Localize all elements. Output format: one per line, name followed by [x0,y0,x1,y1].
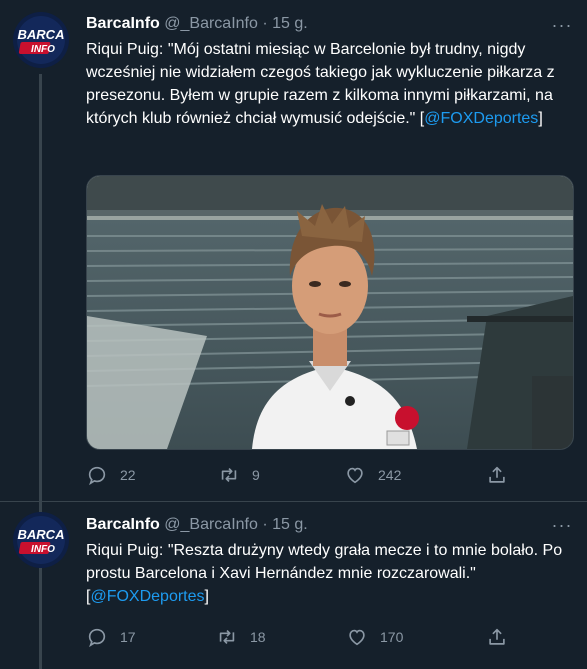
like-button[interactable]: 242 [344,463,401,487]
share-button[interactable] [486,463,508,487]
share-icon [489,628,505,645]
retweet-icon [219,629,235,645]
tweet[interactable]: BARCA INFO BarcaInfo @_BarcaInfo · 15 g.… [0,0,587,500]
like-icon [349,629,365,646]
tweet-actions: 17 18 170 [86,625,576,649]
avatar[interactable]: BARCA INFO [13,12,69,68]
reply-button[interactable]: 17 [86,625,136,649]
retweet-icon [221,467,237,483]
reply-button[interactable]: 22 [86,463,136,487]
separator-dot: · [262,516,268,533]
tweet-time[interactable]: 15 g. [272,516,308,533]
more-icon[interactable]: ··· [548,516,576,540]
svg-text:BARCA: BARCA [18,527,65,542]
reply-icon [88,466,106,486]
retweet-button[interactable]: 9 [218,463,260,487]
author-name[interactable]: BarcaInfo [86,516,160,533]
tweet-text-end: ] [538,110,543,127]
tweet-text-end: ] [204,588,209,605]
reply-count: 17 [120,629,136,645]
tweet-header: BarcaInfo @_BarcaInfo · 15 g. [86,514,308,536]
video-thumbnail[interactable] [86,175,574,450]
more-icon[interactable]: ··· [548,16,576,40]
like-button[interactable]: 170 [346,625,403,649]
author-handle[interactable]: @_BarcaInfo [164,15,258,32]
svg-text:INFO: INFO [31,44,55,55]
tweet-text: Riqui Puig: "Reszta drużyny wtedy grała … [86,539,566,608]
author-handle[interactable]: @_BarcaInfo [164,516,258,533]
retweet-button[interactable]: 18 [216,625,266,649]
avatar[interactable]: BARCA INFO [13,512,69,568]
like-count: 170 [380,629,404,645]
like-icon [347,467,363,484]
mention-link[interactable]: @FOXDeportes [424,110,538,127]
reply-count: 22 [120,467,136,483]
retweet-count: 18 [250,629,266,645]
svg-text:BARCA: BARCA [18,27,65,42]
svg-text:INFO: INFO [31,544,55,555]
tweet-time[interactable]: 15 g. [272,15,308,32]
share-button[interactable] [486,625,508,649]
reply-icon [88,628,106,648]
retweet-count: 9 [252,467,260,483]
tweet-text: Riqui Puig: "Mój ostatni miesiąc w Barce… [86,38,566,130]
author-name[interactable]: BarcaInfo [86,15,160,32]
tweet-header: BarcaInfo @_BarcaInfo · 15 g. [86,13,308,35]
share-icon [489,466,505,483]
tweet-actions: 22 9 242 [86,463,576,487]
mention-link[interactable]: @FOXDeportes [90,588,204,605]
tweet[interactable]: BARCA INFO BarcaInfo @_BarcaInfo · 15 g.… [0,502,587,661]
like-count: 242 [378,467,402,483]
separator-dot: · [262,15,268,32]
